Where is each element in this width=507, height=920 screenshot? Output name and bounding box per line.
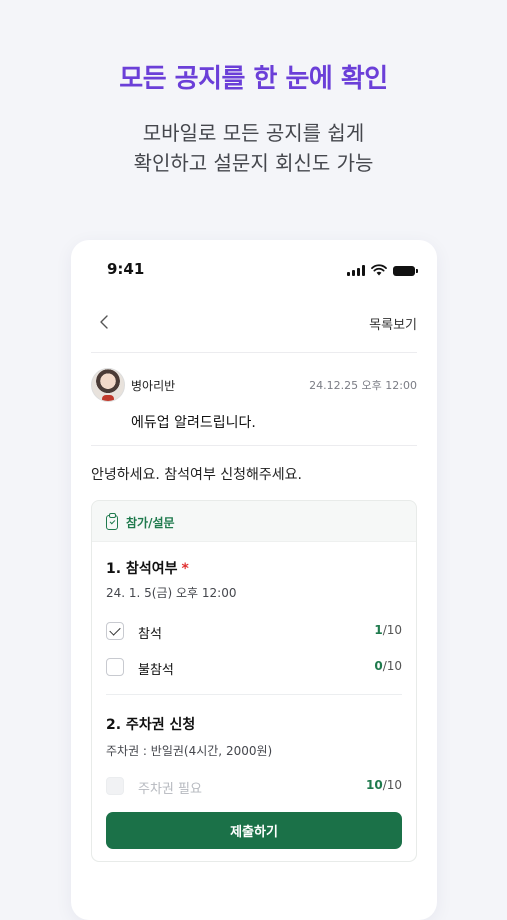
battery-icon (393, 266, 418, 276)
survey-tag: 참가/설문 (126, 515, 175, 530)
question-divider (106, 694, 402, 695)
clipboard-check-icon (106, 512, 118, 530)
chevron-left-icon[interactable] (95, 312, 115, 332)
status-time: 9:41 (107, 260, 145, 278)
option-absent[interactable]: 불참석 0/10 (106, 657, 402, 679)
checkbox-disabled (106, 777, 124, 795)
author-name: 병아리반 (131, 379, 176, 393)
avatar (91, 368, 125, 402)
option-count: 0/10 (374, 659, 402, 673)
promo-subline-1: 모바일로 모든 공지를 쉽게 (142, 121, 365, 145)
status-icons (347, 264, 418, 276)
question-1-title-text: 1. 참석여부 (106, 561, 178, 577)
title-divider (91, 445, 417, 446)
option-count-current: 0 (374, 659, 383, 673)
cellular-signal-icon (347, 265, 365, 276)
option-attend[interactable]: 참석 1/10 (106, 621, 402, 643)
option-label: 주차권 필요 (138, 782, 202, 797)
promo-subline-2: 확인하고 설문지 회신도 가능 (133, 151, 374, 175)
submit-button[interactable]: 제출하기 (106, 812, 402, 849)
checkbox-checked[interactable] (106, 622, 124, 640)
wifi-icon (371, 264, 387, 276)
question-1-description: 24. 1. 5(금) 오후 12:00 (106, 586, 237, 600)
option-count-current: 10 (365, 778, 383, 792)
option-count-total: /10 (382, 623, 402, 637)
survey-box: 참가/설문 1. 참석여부 * 24. 1. 5(금) 오후 12:00 참석 1… (91, 500, 417, 862)
option-count: 1/10 (374, 623, 402, 637)
post-author-row: 병아리반 24.12.25 오후 12:00 (91, 368, 417, 402)
option-count-current: 1 (374, 623, 383, 637)
checkbox-unchecked[interactable] (106, 658, 124, 676)
post-title: 에듀업 알려드립니다. (131, 415, 256, 431)
post-date: 24.12.25 오후 12:00 (309, 379, 417, 392)
option-count-total: /10 (382, 659, 402, 673)
question-2-title: 2. 주차권 신청 (106, 717, 196, 733)
list-view-link[interactable]: 목록보기 (369, 314, 417, 333)
survey-header: 참가/설문 (106, 511, 175, 533)
promo-subline: 모바일로 모든 공지를 쉽게 확인하고 설문지 회신도 가능 (0, 118, 507, 178)
status-bar: 9:41 (107, 260, 418, 282)
required-mark: * (181, 561, 189, 577)
post-body: 안녕하세요. 참석여부 신청해주세요. (91, 467, 302, 483)
option-count: 10/10 (366, 778, 402, 792)
top-nav: 목록보기 (91, 310, 417, 338)
survey-card: 1. 참석여부 * 24. 1. 5(금) 오후 12:00 참석 1/10 불참… (92, 541, 416, 861)
option-label: 참석 (138, 627, 162, 642)
option-count-total: /10 (382, 778, 402, 792)
option-label: 불참석 (138, 663, 174, 678)
promo-headline: 모든 공지를 한 눈에 확인 (119, 64, 388, 94)
phone-screen: 9:41 목록보기 병아리반 24.12.25 오후 12:00 에듀업 알려드… (71, 240, 437, 920)
nav-divider (91, 352, 417, 353)
question-1-title: 1. 참석여부 * (106, 558, 189, 578)
option-parking: 주차권 필요 10/10 (106, 776, 402, 798)
question-2-description: 주차권 : 반일권(4시간, 2000원) (106, 744, 273, 758)
